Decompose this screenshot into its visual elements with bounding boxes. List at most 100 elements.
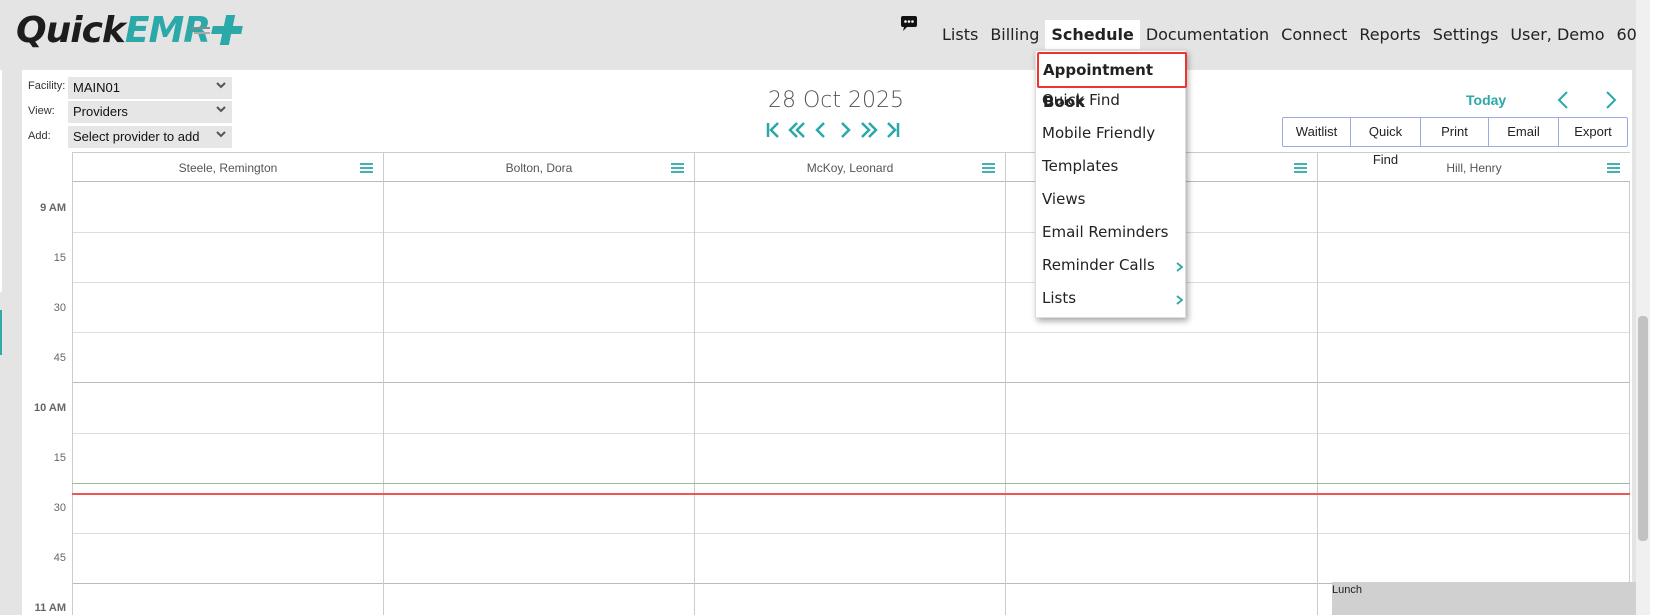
- lunch-label: Lunch: [1332, 584, 1362, 596]
- scrollbar-thumb[interactable]: [1638, 316, 1648, 541]
- appointment-grid[interactable]: [72, 182, 1630, 615]
- export-button[interactable]: Export: [1559, 118, 1627, 146]
- time-label: 45: [53, 352, 66, 364]
- facility-value: MAIN01: [73, 80, 120, 95]
- add-label: Add:: [28, 130, 51, 142]
- schedule-date: 28 Oct 2025: [768, 88, 905, 113]
- nav-user[interactable]: User, Demo: [1504, 20, 1610, 49]
- hamburger-menu-icon[interactable]: [1607, 163, 1620, 173]
- left-edge-panel: [0, 70, 2, 292]
- provider-name: Steele, Remington: [178, 161, 278, 175]
- menu-item-appointment-book[interactable]: Appointment Book: [1037, 52, 1187, 111]
- chevron-right-icon: [1176, 295, 1183, 305]
- schedule-actions: Waitlist Quick Find Print Email Export: [1282, 117, 1628, 167]
- hamburger-menu-icon[interactable]: [360, 163, 373, 173]
- hamburger-menu-icon[interactable]: [671, 163, 684, 173]
- column-divider: [1317, 182, 1318, 615]
- column-divider: [694, 182, 695, 615]
- menu-item-label: Reminder Calls: [1042, 256, 1155, 274]
- provider-column-header: Hill, Henry: [1317, 153, 1630, 183]
- hamburger-menu-icon[interactable]: [982, 163, 995, 173]
- chat-icon[interactable]: [900, 16, 918, 32]
- chevron-right-icon[interactable]: [836, 121, 854, 139]
- provider-name: McKoy, Leonard: [806, 161, 894, 175]
- menu-item-quick-find[interactable]: Quick Find: [1036, 84, 1187, 117]
- hamburger-menu-icon[interactable]: [1294, 163, 1307, 173]
- nav-schedule[interactable]: Schedule: [1045, 19, 1140, 49]
- time-slot-row[interactable]: [72, 233, 1630, 283]
- time-slot-row[interactable]: [72, 484, 1630, 534]
- date-navigation: [764, 121, 902, 139]
- current-time-line: [72, 493, 1630, 495]
- menu-item-templates[interactable]: Templates: [1036, 150, 1187, 183]
- nav-connect[interactable]: Connect: [1275, 20, 1353, 49]
- time-label: 15: [53, 452, 66, 464]
- logo-text-quick: Quick: [16, 9, 126, 51]
- lunch-block[interactable]: Lunch: [1332, 582, 1637, 615]
- nav-reports[interactable]: Reports: [1353, 20, 1426, 49]
- menu-item-views[interactable]: Views: [1036, 183, 1187, 216]
- email-button[interactable]: Email: [1489, 118, 1559, 146]
- print-button[interactable]: Print: [1421, 118, 1489, 146]
- menu-item-lists[interactable]: Lists: [1036, 282, 1187, 315]
- menu-item-label: Lists: [1042, 289, 1077, 307]
- chevron-down-icon: [216, 131, 226, 138]
- time-label: 9 AM: [40, 202, 66, 214]
- view-value: Providers: [73, 104, 128, 119]
- nav-settings[interactable]: Settings: [1427, 20, 1505, 49]
- facility-select[interactable]: MAIN01: [68, 77, 232, 99]
- nav-billing[interactable]: Billing: [984, 20, 1045, 49]
- column-divider: [383, 182, 384, 615]
- waitlist-button[interactable]: Waitlist: [1283, 118, 1351, 146]
- time-label: 15: [53, 252, 66, 264]
- time-slot-row[interactable]: [72, 182, 1630, 233]
- quickemr-logo[interactable]: Quick EMR: [16, 9, 243, 51]
- chevron-down-icon: [216, 82, 226, 89]
- schedule-dropdown-menu: Appointment Book Quick Find Mobile Frien…: [1035, 50, 1187, 318]
- menu-item-email-reminders[interactable]: Email Reminders: [1036, 216, 1187, 249]
- main-nav: Lists Billing Schedule Documentation Con…: [936, 19, 1643, 49]
- app-header: Quick EMR Lists Billing Schedule Documen…: [0, 0, 1656, 60]
- provider-header-row: Steele, Remington Bolton, Dora McKoy, Le…: [72, 152, 1630, 183]
- time-slot-row[interactable]: [72, 383, 1630, 434]
- time-slot-row[interactable]: [72, 434, 1630, 484]
- chevron-left-icon[interactable]: [812, 121, 830, 139]
- menu-item-mobile-friendly[interactable]: Mobile Friendly: [1036, 117, 1187, 150]
- provider-name: Bolton, Dora: [505, 161, 573, 175]
- column-divider: [1629, 182, 1630, 615]
- today-button[interactable]: Today: [1466, 92, 1506, 108]
- last-page-icon[interactable]: [884, 121, 902, 139]
- time-slot-row[interactable]: [72, 534, 1630, 584]
- first-page-icon[interactable]: [764, 121, 782, 139]
- logo-plus-icon: [190, 13, 243, 47]
- timeslot-divider: [72, 483, 1630, 484]
- double-chevron-left-icon[interactable]: [788, 121, 806, 139]
- time-label: 30: [53, 502, 66, 514]
- view-select[interactable]: Providers: [68, 101, 232, 123]
- nav-lists[interactable]: Lists: [936, 20, 984, 49]
- column-divider: [1005, 182, 1006, 615]
- time-label: 30: [53, 302, 66, 314]
- next-arrow-icon[interactable]: [1604, 90, 1618, 110]
- chevron-down-icon: [216, 106, 226, 113]
- column-divider: [72, 182, 73, 615]
- time-slot-row[interactable]: [72, 283, 1630, 333]
- double-chevron-right-icon[interactable]: [860, 121, 878, 139]
- prev-arrow-icon[interactable]: [1556, 90, 1570, 110]
- provider-name: Hill, Henry: [1446, 161, 1502, 175]
- time-label: 10 AM: [34, 402, 66, 414]
- menu-item-reminder-calls[interactable]: Reminder Calls: [1036, 249, 1187, 282]
- provider-column-header: McKoy, Leonard: [694, 153, 1005, 183]
- provider-column-header: Bolton, Dora: [383, 153, 694, 183]
- provider-column-header: Steele, Remington: [72, 153, 383, 183]
- quick-find-button[interactable]: Quick Find: [1351, 118, 1421, 167]
- time-slot-row[interactable]: [72, 333, 1630, 383]
- left-edge-tab[interactable]: [0, 310, 2, 355]
- facility-label: Facility:: [28, 80, 66, 92]
- scrollbar[interactable]: [1636, 0, 1650, 615]
- add-provider-value: Select provider to add: [73, 129, 200, 144]
- view-label: View:: [28, 105, 55, 117]
- chevron-right-icon: [1176, 262, 1183, 272]
- add-provider-select[interactable]: Select provider to add: [68, 126, 232, 148]
- nav-documentation[interactable]: Documentation: [1140, 20, 1275, 49]
